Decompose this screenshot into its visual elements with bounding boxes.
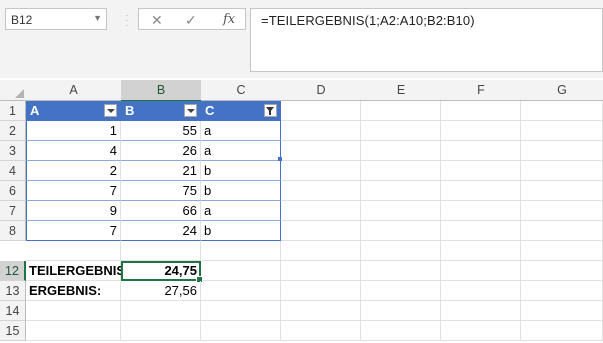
table-header-b[interactable]: B <box>121 101 201 121</box>
enter-icon[interactable]: ✓ <box>185 12 197 29</box>
table-cell[interactable]: b <box>201 181 281 201</box>
name-box-value: B12 <box>11 13 33 27</box>
insert-function-icon[interactable]: fx <box>223 12 235 27</box>
table-cell[interactable]: a <box>201 121 281 141</box>
table-cell[interactable]: 1 <box>26 121 121 141</box>
filter-active-icon[interactable] <box>264 104 277 117</box>
cancel-icon[interactable]: ✕ <box>151 12 163 29</box>
table-cell[interactable]: a <box>201 201 281 221</box>
table-cell[interactable]: 2 <box>26 161 121 181</box>
table-cell[interactable]: 21 <box>121 161 201 181</box>
table-cell[interactable]: b <box>201 221 281 241</box>
table-header-label: B <box>125 103 135 118</box>
formula-text: =TEILERGEBNIS(1;A2:A10;B2:B10) <box>261 13 475 28</box>
table-cell[interactable]: 9 <box>26 201 121 221</box>
chevron-down-icon[interactable]: ▼ <box>93 13 102 23</box>
formula-buttons: ✕ ✓ fx <box>138 8 246 30</box>
result-value-cell[interactable]: 27,56 <box>121 281 201 301</box>
formula-input[interactable]: =TEILERGEBNIS(1;A2:A10;B2:B10) <box>250 8 603 72</box>
table-cell[interactable]: a <box>201 141 281 161</box>
table-header-label: A <box>30 103 40 118</box>
table-cell[interactable]: 4 <box>26 141 121 161</box>
subtotal-value-cell[interactable]: 24,75 <box>121 261 203 283</box>
cell-area: A B C 1 55 a 4 26 a 2 21 b 7 75 b 9 66 a… <box>0 80 603 343</box>
table-cell[interactable]: 7 <box>26 221 121 241</box>
table-cell[interactable]: 66 <box>121 201 201 221</box>
table-header-label: C <box>205 103 215 118</box>
result-label[interactable]: ERGEBNIS: <box>26 281 121 301</box>
table-cell[interactable]: 75 <box>121 181 201 201</box>
table-header-a[interactable]: A <box>26 101 121 121</box>
table-header-c[interactable]: C <box>201 101 281 121</box>
name-box[interactable]: B12 ▼ <box>5 8 107 30</box>
filter-dropdown-icon[interactable] <box>184 104 197 117</box>
table-cell[interactable]: 7 <box>26 181 121 201</box>
table-cell[interactable]: 26 <box>121 141 201 161</box>
filter-dropdown-icon[interactable] <box>104 104 117 117</box>
table-cell[interactable]: 55 <box>121 121 201 141</box>
table-resize-handle[interactable] <box>278 157 282 161</box>
table-cell[interactable]: 24 <box>121 221 201 241</box>
table-cell[interactable]: b <box>201 161 281 181</box>
drag-handle-icon[interactable]: · · · <box>125 11 129 30</box>
subtotal-label[interactable]: TEILERGEBNIS: <box>26 261 129 281</box>
